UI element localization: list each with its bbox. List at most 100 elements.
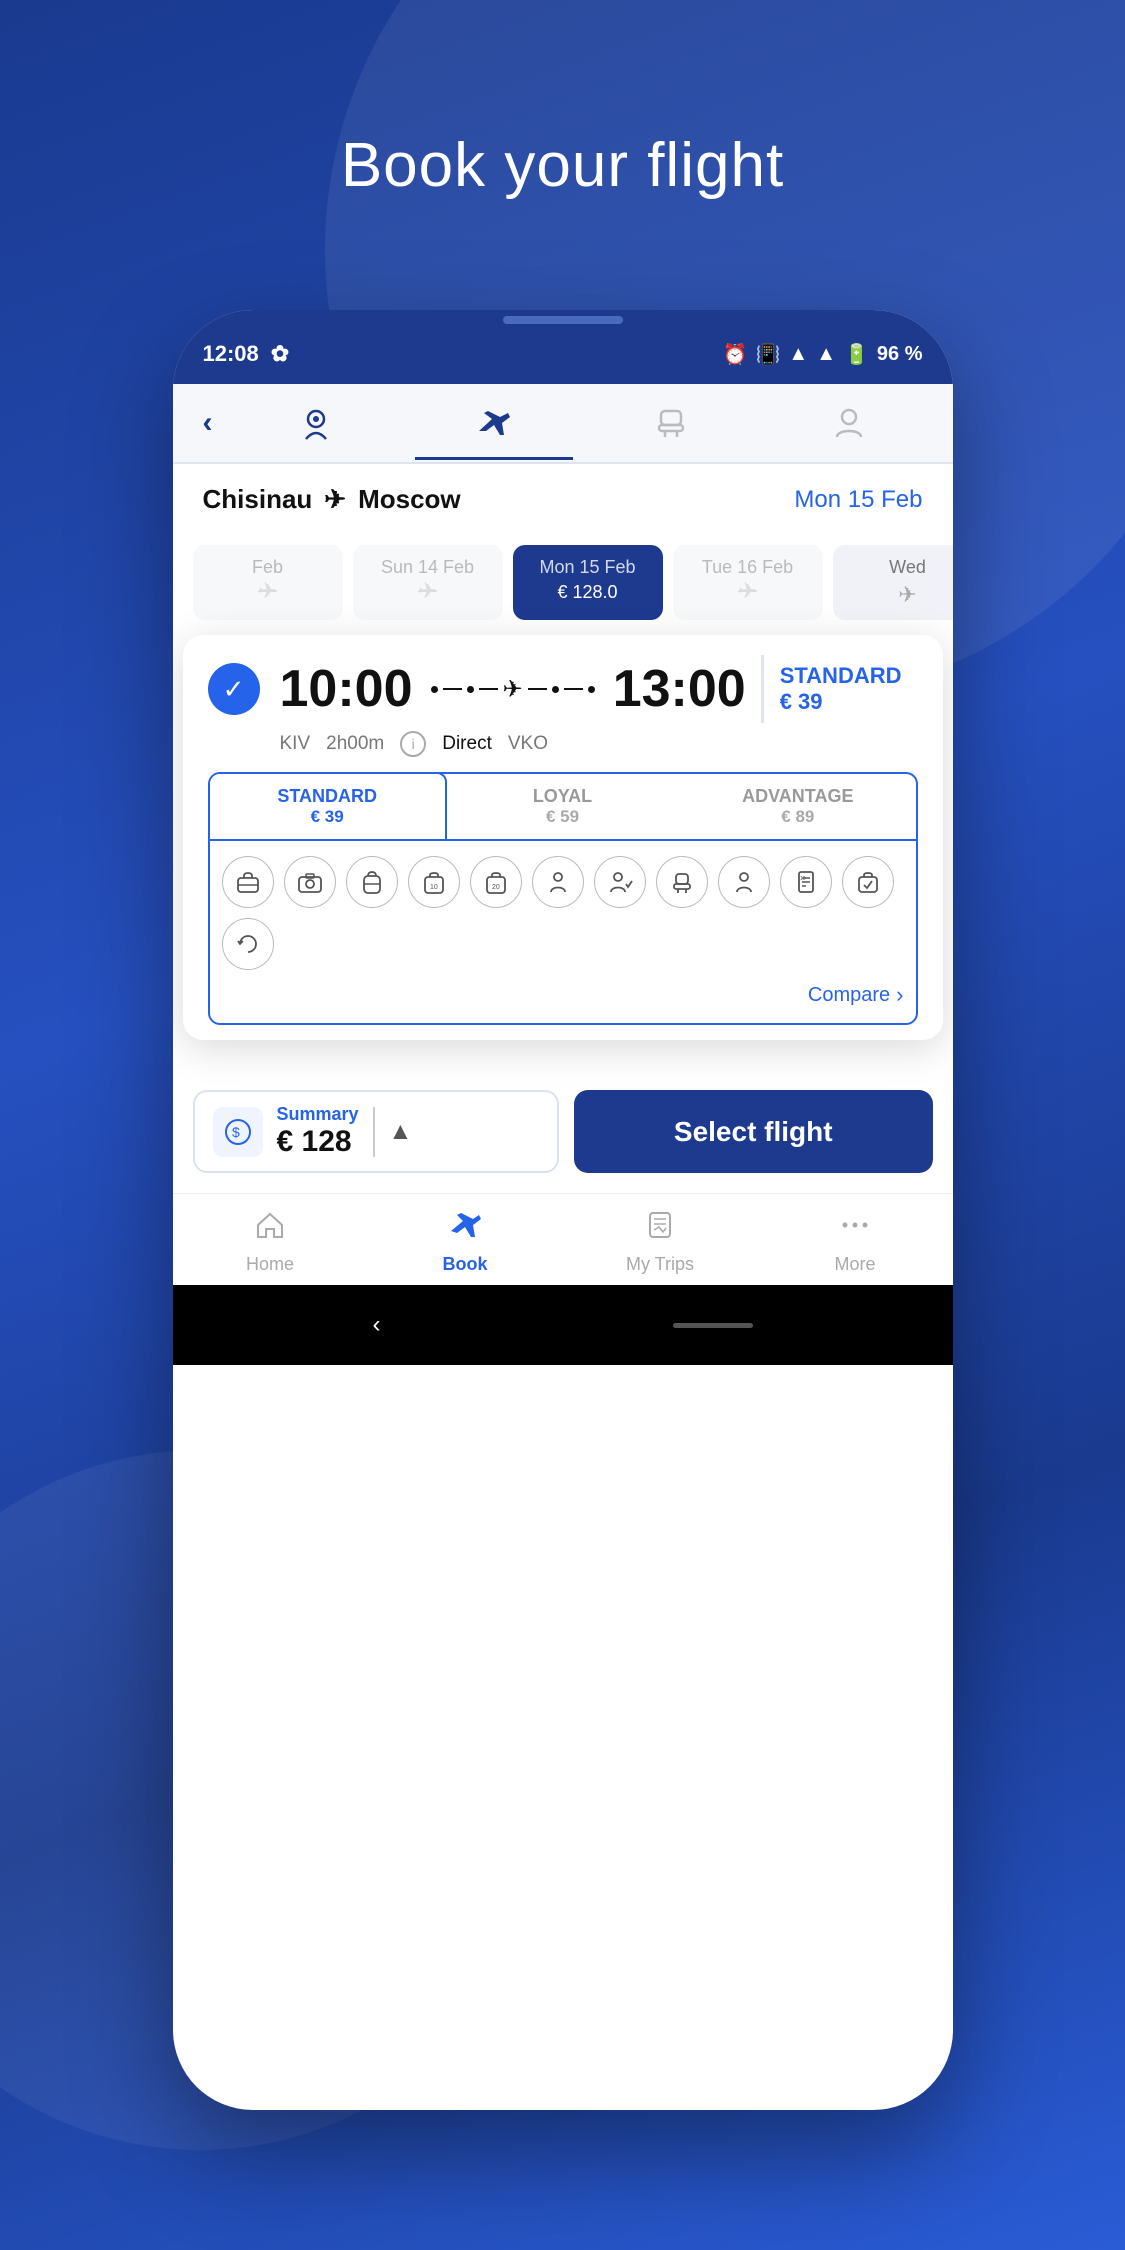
- tier-loyal[interactable]: LOYAL € 59: [445, 774, 680, 839]
- flight-route-dots: ✈: [423, 675, 603, 704]
- amenity-refresh: [222, 918, 274, 970]
- route-arrow-icon: ✈: [324, 484, 346, 515]
- flight-card: ✓ 10:00 ✈ 13:00: [183, 635, 943, 1040]
- amenity-backpack: [346, 856, 398, 908]
- date-label-2: Mon 15 Feb: [539, 557, 635, 578]
- mytrips-icon: [644, 1209, 676, 1248]
- summary-divider: [373, 1107, 375, 1157]
- android-back-button[interactable]: ‹: [373, 1311, 381, 1339]
- bnav-home[interactable]: Home: [173, 1209, 368, 1275]
- date-item-2[interactable]: Mon 15 Feb € 128.0: [513, 545, 663, 620]
- route-date: Mon 15 Feb: [794, 486, 922, 514]
- flight-times: 10:00 ✈ 13:00: [280, 659, 746, 719]
- amenity-luggage10: 10: [408, 856, 460, 908]
- compare-row[interactable]: Compare ›: [222, 982, 904, 1008]
- alarm-icon: ⏰: [723, 342, 748, 367]
- bnav-book[interactable]: Book: [368, 1209, 563, 1275]
- date-item-3[interactable]: Tue 16 Feb ✈: [673, 545, 823, 620]
- svg-text:20: 20: [492, 884, 500, 891]
- svg-text:10: 10: [800, 876, 806, 882]
- tier-advantage-price: € 89: [688, 807, 907, 827]
- notch-bar: [173, 310, 953, 324]
- amenity-bag: [222, 856, 274, 908]
- bnav-home-label: Home: [246, 1254, 294, 1275]
- tab-destination[interactable]: [233, 388, 401, 458]
- bottom-nav: Home Book M: [173, 1193, 953, 1285]
- android-home-indicator: [673, 1323, 753, 1328]
- bnav-more-label: More: [834, 1254, 875, 1275]
- date-item-0[interactable]: Feb ✈: [193, 545, 343, 620]
- tier-standard-name: STANDARD: [218, 786, 437, 807]
- summary-amount: € 128: [277, 1125, 359, 1159]
- tier-tabs: STANDARD € 39 LOYAL € 59 ADVANTAGE € 89: [208, 772, 918, 841]
- home-icon: [254, 1209, 286, 1248]
- back-button[interactable]: ‹: [193, 406, 223, 440]
- summary-row: $ Summary € 128 ▲ Select flight: [193, 1090, 933, 1173]
- bnav-more[interactable]: More: [758, 1209, 953, 1275]
- page-title: Book your flight: [341, 130, 784, 201]
- tier-standard-price: € 39: [218, 807, 437, 827]
- select-flight-button[interactable]: Select flight: [574, 1090, 933, 1173]
- summary-toggle-button[interactable]: ▲: [389, 1118, 413, 1146]
- phone-frame: 12:08 ✿ ⏰ 📳 ▲ ▲ 🔋 96 % ‹: [173, 310, 953, 2110]
- compare-arrow-icon: ›: [896, 982, 903, 1008]
- battery-level: 96 %: [877, 343, 923, 366]
- no-flight-icon-3: ✈: [738, 578, 756, 604]
- tab-passenger[interactable]: [765, 388, 933, 458]
- date-label-1: Sun 14 Feb: [381, 557, 474, 578]
- arrive-time: 13:00: [613, 659, 746, 719]
- depart-time: 10:00: [280, 659, 413, 719]
- nav-tabs: ‹: [173, 384, 953, 464]
- amenity-camera: [284, 856, 336, 908]
- svg-text:10: 10: [430, 884, 438, 891]
- info-circle-icon[interactable]: i: [400, 731, 426, 757]
- origin-city: Chisinau: [203, 484, 313, 515]
- tier-standard[interactable]: STANDARD € 39: [208, 772, 447, 841]
- battery-icon: 🔋: [844, 342, 869, 367]
- summary-label: Summary: [277, 1104, 359, 1125]
- amenity-person2: [718, 856, 770, 908]
- badge-tier-label: STANDARD: [780, 663, 902, 689]
- date-label-3: Tue 16 Feb: [702, 557, 793, 578]
- date-price-2: € 128.0: [557, 582, 617, 603]
- more-icon: [839, 1209, 871, 1248]
- date-item-4[interactable]: Wed ✈: [833, 545, 953, 620]
- date-item-1[interactable]: Sun 14 Feb ✈: [353, 545, 503, 620]
- amenity-seat: [656, 856, 708, 908]
- bottom-area: $ Summary € 128 ▲ Select flight: [173, 1070, 953, 1173]
- amenity-doc: 10: [780, 856, 832, 908]
- no-flight-icon-1: ✈: [418, 578, 436, 604]
- flight-tier-badge: STANDARD € 39: [761, 655, 918, 723]
- flight-selected-check: ✓: [208, 663, 260, 715]
- vibrate-icon: 📳: [756, 342, 781, 367]
- flight-type: Direct: [442, 733, 492, 755]
- destination-city: Moscow: [358, 484, 461, 515]
- wifi-signal-icon: ▲: [788, 343, 808, 366]
- flight-duration: 2h00m: [326, 733, 384, 755]
- badge-tier-price: € 39: [780, 689, 902, 715]
- date-selector: Feb ✈ Sun 14 Feb ✈ Mon 15 Feb € 128.0 Tu…: [173, 535, 953, 635]
- book-icon: [449, 1209, 481, 1248]
- amenity-person-bag: [532, 856, 584, 908]
- amenity-luggage20: 20: [470, 856, 522, 908]
- amenities-row: 10 20: [222, 856, 904, 970]
- tab-flight[interactable]: [410, 388, 578, 458]
- summary-box: $ Summary € 128 ▲: [193, 1090, 560, 1173]
- tier-loyal-price: € 59: [453, 807, 672, 827]
- tab-seat[interactable]: [588, 388, 756, 458]
- bnav-book-label: Book: [443, 1254, 488, 1275]
- amenity-luggage-check: [842, 856, 894, 908]
- compare-label: Compare: [808, 984, 890, 1007]
- time-display: 12:08: [203, 341, 259, 367]
- wifi-icon: ✿: [271, 341, 289, 367]
- tier-loyal-name: LOYAL: [453, 786, 672, 807]
- tier-advantage[interactable]: ADVANTAGE € 89: [680, 774, 915, 839]
- date-label-0: Feb: [252, 557, 283, 578]
- status-bar: 12:08 ✿ ⏰ 📳 ▲ ▲ 🔋 96 %: [173, 324, 953, 384]
- bnav-mytrips[interactable]: My Trips: [563, 1209, 758, 1275]
- svg-text:$: $: [232, 1124, 240, 1140]
- amenity-person-check: [594, 856, 646, 908]
- signal-icon: ▲: [816, 343, 836, 366]
- from-code: KIV: [280, 733, 311, 755]
- tier-advantage-name: ADVANTAGE: [688, 786, 907, 807]
